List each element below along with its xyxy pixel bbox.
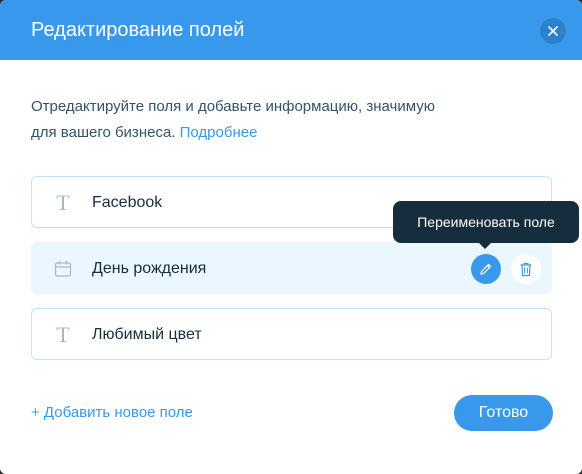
text-icon: T	[56, 322, 70, 347]
field-label: День рождения	[92, 260, 207, 277]
field-label: Любимый цвет	[92, 326, 202, 343]
edit-fields-dialog: Редактирование полей Отредактируйте поля…	[0, 0, 582, 474]
pencil-icon	[480, 263, 492, 275]
rename-field-button[interactable]	[471, 254, 501, 284]
done-button[interactable]: Готово	[454, 395, 553, 431]
dialog-description: Отредактируйте поля и добавьте информаци…	[31, 94, 451, 146]
calendar-icon	[52, 258, 74, 280]
trash-icon	[520, 262, 532, 276]
dialog-header: Редактирование полей	[0, 0, 582, 60]
tooltip-arrow	[478, 242, 492, 249]
text-icon: T	[56, 190, 70, 215]
add-new-field-link[interactable]: + Добавить новое поле	[31, 403, 193, 423]
delete-field-button[interactable]	[511, 254, 541, 284]
field-row-birthday[interactable]: День рождения	[31, 242, 552, 294]
field-row-favorite-color[interactable]: T Любимый цвет	[31, 308, 552, 360]
close-icon	[548, 26, 558, 36]
close-button[interactable]	[540, 18, 566, 44]
learn-more-link[interactable]: Подробнее	[180, 124, 258, 141]
dialog-title: Редактирование полей	[31, 19, 245, 41]
field-label: Facebook	[92, 194, 163, 211]
rename-tooltip: Переименовать поле	[393, 201, 579, 243]
